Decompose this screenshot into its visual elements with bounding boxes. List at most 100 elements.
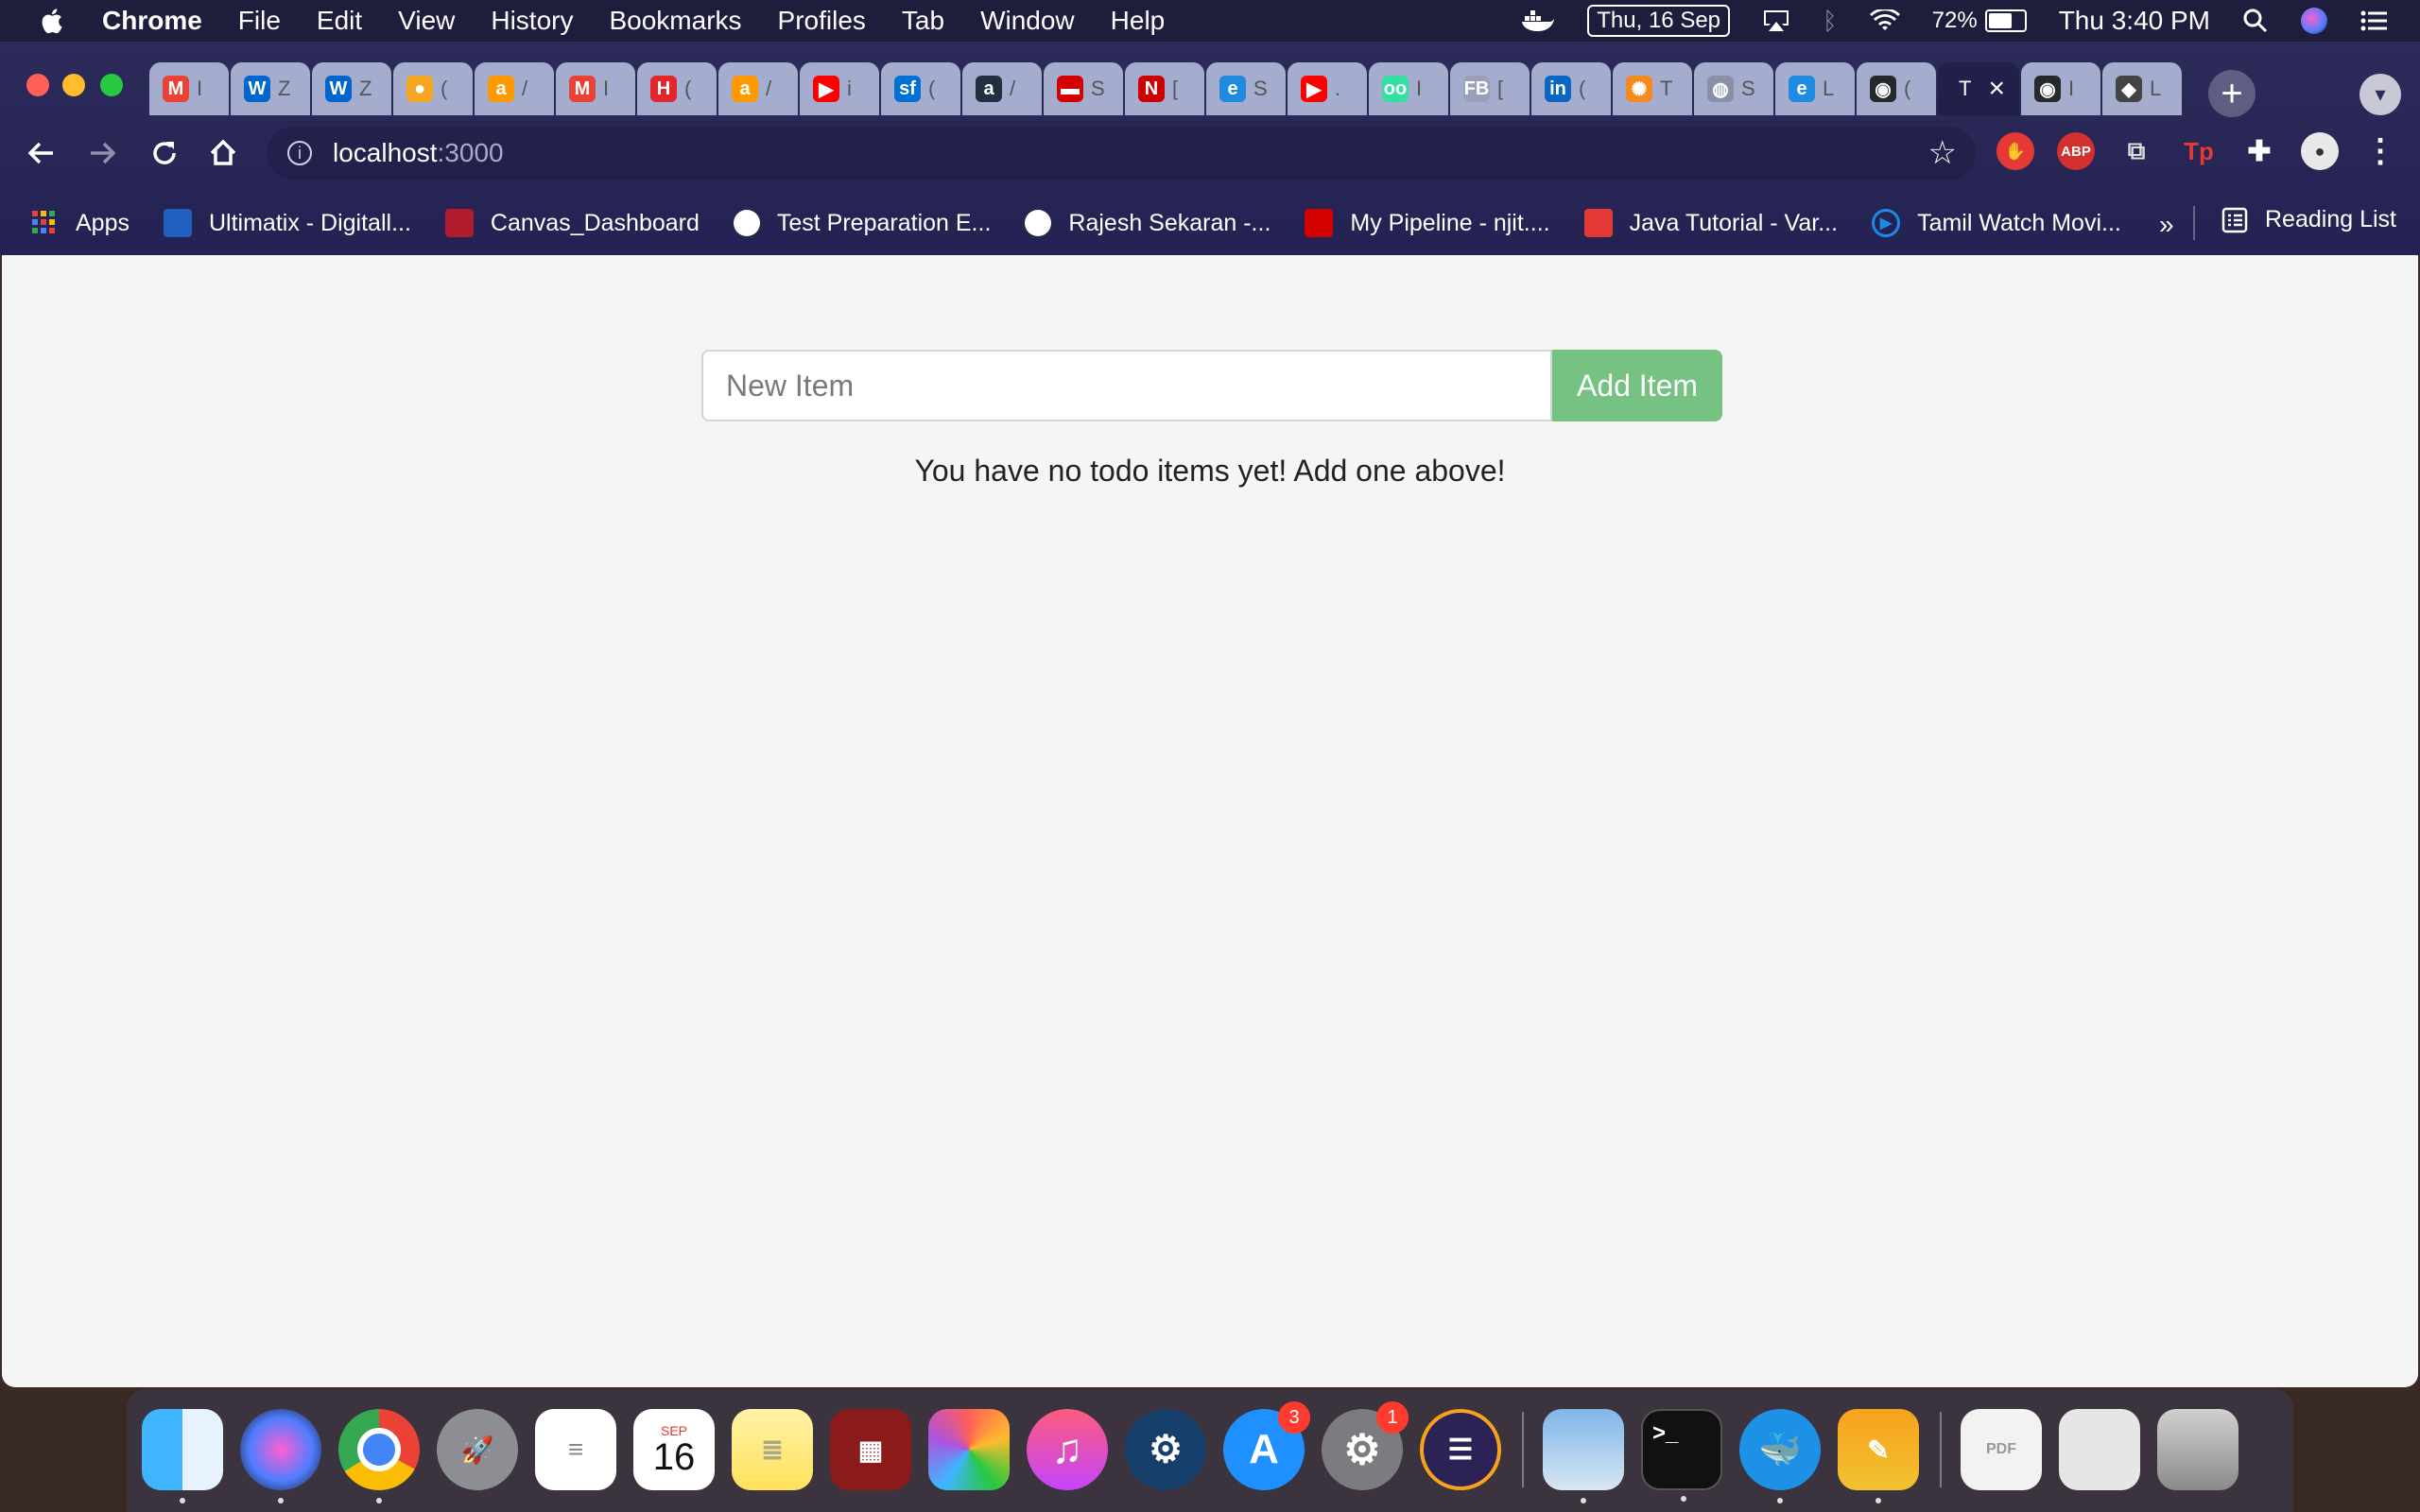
browser-tab[interactable]: ◆ L: [2102, 62, 2182, 115]
tab-close-icon[interactable]: ×: [1988, 73, 2005, 105]
menu-file[interactable]: File: [238, 6, 281, 36]
browser-tab[interactable]: ◉(: [1857, 62, 1936, 115]
browser-tab[interactable]: MI: [556, 62, 635, 115]
menu-window[interactable]: Window: [980, 6, 1075, 36]
pdf-document-icon[interactable]: PDF: [1961, 1409, 2042, 1490]
airplay-icon[interactable]: [1762, 9, 1790, 33]
bookmark-item[interactable]: Rajesh Sekaran -...: [1025, 210, 1270, 237]
add-item-button[interactable]: Add Item: [1552, 350, 1722, 421]
steam-icon[interactable]: ⚙: [1125, 1409, 1206, 1490]
menu-view[interactable]: View: [398, 6, 455, 36]
screenshots-stack-icon[interactable]: [2059, 1409, 2140, 1490]
clock[interactable]: Thu 3:40 PM: [2059, 6, 2210, 36]
bookmark-item[interactable]: ▶ Tamil Watch Movi...: [1872, 209, 2121, 237]
reload-button[interactable]: [144, 132, 185, 174]
calendar-icon[interactable]: SEP 16: [633, 1409, 715, 1490]
wifi-icon[interactable]: [1869, 9, 1900, 32]
site-info-icon[interactable]: i: [287, 141, 312, 165]
browser-tab[interactable]: ▬ S: [1044, 62, 1123, 115]
siri-dock-icon[interactable]: [240, 1409, 321, 1503]
spotlight-search-icon[interactable]: [2242, 8, 2269, 34]
finder-icon[interactable]: [142, 1409, 223, 1503]
browser-tab[interactable]: WZ: [312, 62, 391, 115]
bookmark-star-icon[interactable]: ☆: [1928, 134, 1957, 172]
bookmark-item[interactable]: Canvas_Dashboard: [444, 209, 700, 237]
bookmark-item[interactable]: Apps: [30, 209, 130, 237]
music-icon[interactable]: ♫: [1027, 1409, 1108, 1490]
launchpad-icon[interactable]: 🚀: [437, 1409, 518, 1490]
tripadvisor-icon: oo: [1382, 76, 1409, 102]
menu-history[interactable]: History: [491, 6, 573, 36]
back-button[interactable]: [21, 132, 62, 174]
tab-search-button[interactable]: ▾: [2360, 74, 2401, 115]
adblock-plus-icon[interactable]: ABP: [2057, 132, 2095, 170]
new-item-input[interactable]: [701, 350, 1552, 421]
browser-tab[interactable]: in (: [1531, 62, 1611, 115]
photos-icon[interactable]: [928, 1409, 1010, 1490]
pages-icon[interactable]: ✎: [1838, 1409, 1919, 1503]
browser-tab[interactable]: eL: [1775, 62, 1855, 115]
extensions-puzzle-icon[interactable]: ✚: [2240, 132, 2278, 170]
window-minimize-button[interactable]: [62, 74, 85, 96]
browser-tab[interactable]: eS: [1206, 62, 1286, 115]
browser-tab[interactable]: a /: [475, 62, 554, 115]
date-indicator[interactable]: Thu, 16 Sep: [1587, 5, 1731, 37]
bookmark-item[interactable]: Ultimatix - Digitall...: [163, 209, 411, 237]
browser-tab[interactable]: a /: [718, 62, 798, 115]
notes-icon[interactable]: ≣: [732, 1409, 813, 1490]
browser-tab[interactable]: H(: [637, 62, 717, 115]
menu-profiles[interactable]: Profiles: [778, 6, 866, 36]
menu-tab[interactable]: Tab: [902, 6, 944, 36]
photo-booth-icon[interactable]: ▦: [830, 1409, 911, 1490]
address-bar[interactable]: i localhost:3000 ☆: [267, 127, 1976, 180]
browser-tab[interactable]: N[: [1125, 62, 1204, 115]
browser-tab[interactable]: ✺ T: [1613, 62, 1692, 115]
docker-icon[interactable]: 🐳: [1739, 1409, 1821, 1503]
eclipse-icon[interactable]: ☰: [1420, 1409, 1501, 1490]
tp-extension-icon[interactable]: Tp: [2180, 132, 2218, 170]
chrome-dock-icon[interactable]: [338, 1409, 420, 1503]
window-close-button[interactable]: [26, 74, 49, 96]
bookmark-item[interactable]: Java Tutorial - Var...: [1583, 209, 1838, 237]
browser-tab[interactable]: ◉ I: [2021, 62, 2100, 115]
reminders-icon[interactable]: ≡: [535, 1409, 616, 1490]
browser-tab[interactable]: sf (: [881, 62, 960, 115]
new-tab-button[interactable]: +: [2208, 70, 2256, 117]
bookmark-item[interactable]: Test Preparation E...: [733, 210, 991, 237]
docker-status-icon[interactable]: [1521, 9, 1555, 33]
profile-avatar[interactable]: ●: [2301, 132, 2339, 170]
system-preferences-icon[interactable]: ⚙ 1: [1322, 1401, 1409, 1490]
bookmarks-overflow-button[interactable]: »: [2159, 210, 2174, 240]
battery-indicator[interactable]: 72%: [1932, 8, 2027, 34]
apple-menu-icon[interactable]: [38, 7, 64, 35]
browser-tab[interactable]: ▶.: [1288, 62, 1367, 115]
browser-tab[interactable]: a /: [962, 62, 1042, 115]
preview-icon[interactable]: [1543, 1409, 1624, 1503]
browser-tab[interactable]: ●(: [393, 62, 473, 115]
window-zoom-button[interactable]: [100, 74, 123, 96]
block-extension-icon[interactable]: ✋: [1996, 132, 2034, 170]
menu-edit[interactable]: Edit: [317, 6, 362, 36]
browser-tab[interactable]: WZ: [231, 62, 310, 115]
control-center-icon[interactable]: [2360, 9, 2388, 32]
browser-tab[interactable]: MI: [149, 62, 229, 115]
trash-icon[interactable]: [2157, 1409, 2238, 1490]
bookmark-item[interactable]: My Pipeline - njit....: [1305, 209, 1550, 237]
bluetooth-icon[interactable]: ᛒ: [1823, 7, 1838, 36]
app-store-icon[interactable]: A3: [1223, 1401, 1310, 1490]
siri-icon[interactable]: [2301, 8, 2327, 34]
tab-active[interactable]: T ×: [1938, 62, 2019, 115]
browser-tab[interactable]: oo I: [1369, 62, 1448, 115]
menu-app-name[interactable]: Chrome: [102, 6, 202, 36]
forward-button[interactable]: [81, 132, 123, 174]
browser-tab[interactable]: ▶ i: [800, 62, 879, 115]
browser-tab[interactable]: ◍ S: [1694, 62, 1773, 115]
terminal-icon[interactable]: >_: [1641, 1409, 1722, 1502]
browser-tab[interactable]: FB [: [1450, 62, 1530, 115]
menu-help[interactable]: Help: [1111, 6, 1166, 36]
menu-bookmarks[interactable]: Bookmarks: [609, 6, 741, 36]
chrome-menu-icon[interactable]: ⋮: [2361, 132, 2399, 170]
extension-puzzle-box-icon[interactable]: ⧉: [2118, 132, 2155, 170]
home-button[interactable]: [202, 132, 244, 174]
reading-list-button[interactable]: Reading List: [2221, 206, 2396, 233]
